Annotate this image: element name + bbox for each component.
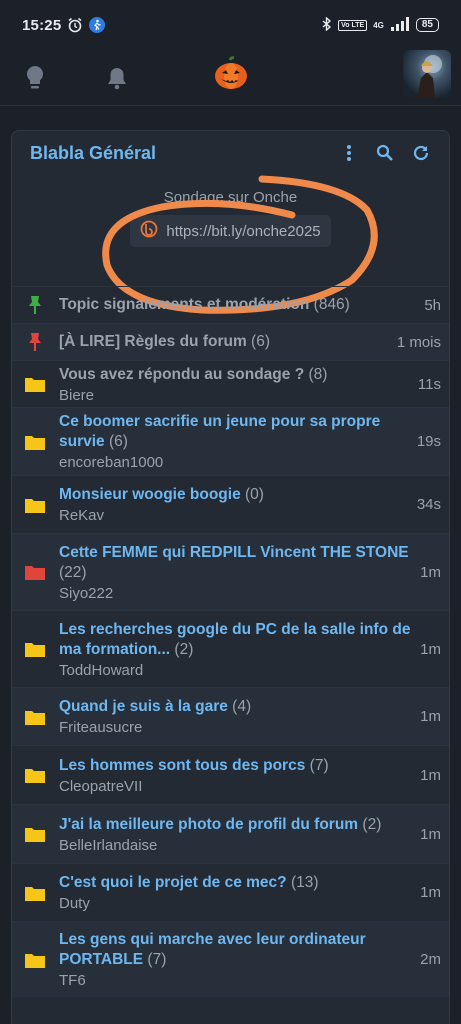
folder-yellow-icon	[24, 641, 46, 657]
topic-row[interactable]: Ce boomer sacrifie un jeune pour sa prop…	[12, 407, 449, 475]
topic-title: Ce boomer sacrifie un jeune pour sa prop…	[59, 413, 381, 450]
topic-count: (7)	[147, 951, 167, 968]
topic-time: 1m	[420, 884, 441, 901]
signal-icon	[390, 16, 410, 34]
accessibility-icon	[89, 17, 106, 33]
bitly-icon	[140, 220, 158, 242]
topic-title: Les hommes sont tous des porcs	[59, 756, 306, 774]
topic-time: 2m	[420, 951, 441, 968]
topic-title: Monsieur woogie boogie	[59, 486, 241, 503]
topic-title: Topic signalements et modération	[59, 296, 310, 313]
folder-yellow-icon	[24, 952, 46, 968]
topic-author[interactable]: BelleIrlandaise	[59, 837, 412, 854]
forum-title[interactable]: Blabla Général	[30, 143, 156, 164]
pumpkin-logo-icon[interactable]	[213, 56, 249, 92]
folder-yellow-icon	[24, 434, 46, 450]
alarm-icon	[67, 17, 83, 33]
forum-card: Blabla Général Sondage sur Onche https:/…	[11, 130, 450, 1024]
topic-time: 1m	[420, 766, 441, 784]
topic-count: (7)	[309, 756, 329, 774]
topic-author[interactable]: Friteausucre	[59, 719, 412, 736]
topic-count: (8)	[308, 365, 328, 383]
battery-indicator: 85	[415, 18, 439, 32]
folder-yellow-icon	[24, 709, 46, 725]
folder-yellow-icon	[24, 885, 46, 901]
topic-time: 19s	[416, 433, 441, 450]
topic-author[interactable]: ReKav	[59, 507, 409, 524]
app-bar	[0, 50, 461, 106]
topic-row[interactable]: C'est quoi le projet de ce mec? (13) Duty…	[12, 863, 449, 921]
card-header: Blabla Général	[12, 131, 449, 175]
topic-title: Vous avez répondu au sondage ?	[59, 365, 305, 383]
topic-time: 34s	[416, 496, 441, 513]
status-bar: 15:25 Vo LTE 4G 85	[0, 0, 461, 50]
status-time: 15:25	[22, 16, 62, 34]
topic-time: 5h	[424, 296, 441, 314]
topic-row[interactable]: Monsieur woogie boogie (0) ReKav 34s	[12, 475, 449, 533]
volte-badge: Vo LTE	[338, 19, 368, 31]
topic-row[interactable]: Topic signalements et modération (846) 5…	[12, 286, 449, 323]
more-vertical-icon[interactable]	[339, 143, 359, 163]
topic-row[interactable]: J'ai la meilleure photo de profil du for…	[12, 804, 449, 863]
folder-yellow-icon	[24, 376, 46, 392]
topic-row[interactable]: Quand je suis à la gare (4) Friteausucre …	[12, 687, 449, 745]
topic-row[interactable]: Les hommes sont tous des porcs (7) Cleopa…	[12, 745, 449, 804]
topic-count: (2)	[174, 640, 194, 658]
search-icon[interactable]	[375, 143, 395, 163]
user-avatar[interactable]	[403, 50, 451, 98]
topic-title: Les gens qui marche avec leur ordinateur…	[59, 931, 366, 968]
folder-yellow-icon	[24, 826, 46, 842]
topic-count: (2)	[362, 815, 382, 833]
topic-time: 1m	[420, 563, 441, 581]
topic-time: 1 mois	[396, 333, 441, 351]
topic-count: (846)	[313, 296, 350, 313]
topic-author[interactable]: CleopatreVII	[59, 778, 412, 795]
topic-count: (22)	[59, 563, 87, 581]
topic-author[interactable]: ToddHoward	[59, 662, 412, 679]
topic-title: [À LIRE] Règles du forum	[59, 333, 247, 350]
folder-red-icon	[24, 564, 46, 580]
topic-list: Topic signalements et modération (846) 5…	[12, 286, 449, 997]
topic-author[interactable]: Biere	[59, 387, 410, 404]
topic-time: 11s	[417, 375, 441, 393]
topic-row[interactable]: [À LIRE] Règles du forum (6) 1 mois	[12, 323, 449, 360]
poll-title: Sondage sur Onche	[163, 189, 298, 206]
topic-author[interactable]: encoreban1000	[59, 454, 409, 471]
topic-count: (4)	[232, 698, 252, 715]
folder-yellow-icon	[24, 497, 46, 513]
topic-count: (13)	[290, 874, 319, 891]
poll-link[interactable]: https://bit.ly/onche2025	[130, 215, 331, 247]
topic-author[interactable]: TF6	[59, 972, 412, 989]
pin-red-icon	[24, 332, 46, 352]
lightbulb-icon[interactable]	[22, 65, 48, 91]
bluetooth-icon	[322, 15, 332, 34]
topic-title: Les recherches google du PC de la salle …	[59, 620, 411, 658]
topic-time: 1m	[420, 640, 441, 658]
topic-title: Cette FEMME qui REDPILL Vincent THE STON…	[59, 543, 409, 561]
topic-count: (6)	[108, 433, 128, 450]
topic-row[interactable]: Cette FEMME qui REDPILL Vincent THE STON…	[12, 533, 449, 610]
topic-author[interactable]: Duty	[59, 895, 412, 912]
topic-count: (0)	[245, 486, 264, 503]
topic-row[interactable]: Les recherches google du PC de la salle …	[12, 610, 449, 687]
network-label: 4G	[373, 20, 384, 30]
refresh-icon[interactable]	[411, 143, 431, 163]
bell-icon[interactable]	[104, 65, 130, 91]
topic-count: (6)	[251, 333, 270, 350]
pin-green-icon	[24, 295, 46, 315]
poll-link-text: https://bit.ly/onche2025	[166, 222, 321, 240]
topic-author[interactable]: Siyo222	[59, 585, 412, 602]
topic-row[interactable]: Vous avez répondu au sondage ? (8) Biere …	[12, 360, 449, 407]
topic-title: J'ai la meilleure photo de profil du for…	[59, 815, 359, 833]
topic-title: Quand je suis à la gare	[59, 698, 228, 715]
topic-time: 1m	[420, 708, 441, 725]
topic-time: 1m	[420, 825, 441, 843]
folder-yellow-icon	[24, 767, 46, 783]
topic-row[interactable]: Les gens qui marche avec leur ordinateur…	[12, 921, 449, 997]
topic-title: C'est quoi le projet de ce mec?	[59, 874, 287, 891]
